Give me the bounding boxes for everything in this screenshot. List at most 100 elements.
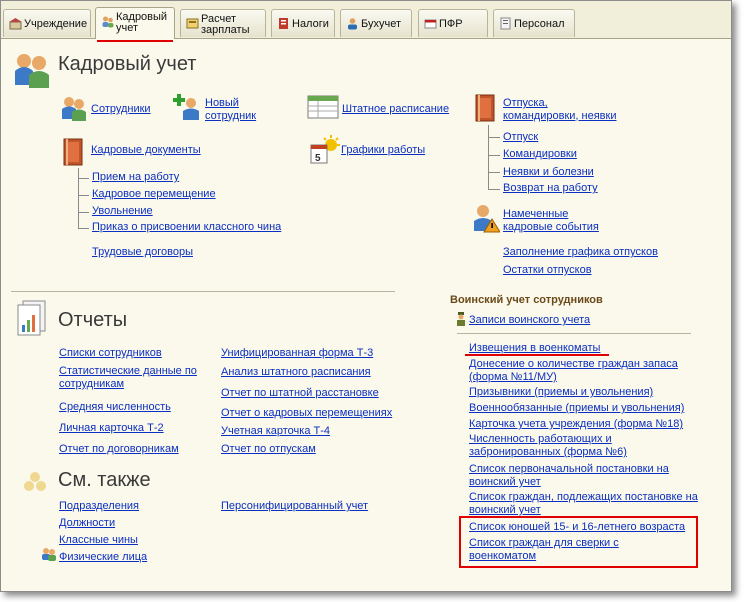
liable-for-service-link[interactable]: Военнообязанные (приемы и увольнения): [469, 402, 684, 415]
dismissal-item[interactable]: Увольнение: [92, 205, 153, 218]
planned-events-line2: кадровые события: [503, 220, 599, 233]
leaves-line1: Отпуска,: [503, 97, 548, 109]
staffing-analysis-link[interactable]: Анализ штатного расписания: [221, 366, 371, 379]
planned-events-line1: Намеченные: [503, 208, 569, 220]
reports-separator: [11, 291, 395, 292]
tab-label: Кадровый учет: [116, 12, 186, 34]
new-employee-link[interactable]: Новый сотрудник: [205, 97, 275, 122]
tree-branch: [78, 228, 89, 229]
leaves-link[interactable]: Отпуска, командировки, неявки: [503, 97, 643, 122]
leave-item[interactable]: Отпуск: [503, 131, 538, 144]
departments-link[interactable]: Подразделения: [59, 500, 139, 513]
tab-bar: Учреждение Кадровый учет Расчет зарплаты Н…: [1, 1, 731, 42]
active-tab-underline: [97, 40, 173, 42]
statistics-link-line2[interactable]: сотрудникам: [59, 378, 124, 391]
military-separator: [457, 333, 691, 334]
personnel-icon: [102, 16, 114, 28]
reserve-report-line2[interactable]: (форма №11/МУ): [469, 371, 557, 384]
personal-card-t2-link[interactable]: Личная карточка Т-2: [59, 422, 164, 435]
staff-placement-report-link[interactable]: Отчет по штатной расстановке: [221, 387, 379, 400]
payroll-icon: [186, 18, 199, 29]
accounting-icon: [348, 18, 357, 30]
notifications-to-commissariat-link[interactable]: Извещения в военкоматы: [469, 342, 600, 355]
new-employee-line2: сотрудник: [205, 109, 257, 122]
leave-balance-link[interactable]: Остатки отпусков: [503, 264, 592, 277]
page-title: Кадровый учет: [58, 53, 197, 75]
positions-link[interactable]: Должности: [59, 517, 115, 530]
labor-contracts-link[interactable]: Трудовые договоры: [92, 246, 193, 259]
tab-label: Учреждение: [24, 18, 88, 30]
class-rank-order-item[interactable]: Приказ о присвоении классного чина: [92, 221, 281, 234]
tree-branch: [78, 212, 89, 213]
reconciliation-list-line1[interactable]: Список граждан для сверки с: [469, 537, 619, 550]
reserved-count-line2[interactable]: забронированных (форма №6): [469, 446, 627, 459]
tree-line: [78, 168, 79, 228]
vacations-report-link[interactable]: Отчет по отпускам: [221, 443, 316, 456]
initial-registration-line1[interactable]: Список первоначальной постановки на: [469, 463, 669, 476]
average-headcount-link[interactable]: Средняя численность: [59, 401, 171, 414]
tab-label: Налоги: [292, 18, 329, 30]
initial-registration-line2[interactable]: воинский учет: [469, 476, 541, 489]
tab-label: Персонал: [514, 18, 565, 30]
return-to-work-item[interactable]: Возврат на работу: [503, 182, 598, 195]
leaves-icon: [475, 94, 495, 122]
tree-branch: [488, 155, 500, 156]
transfers-report-link[interactable]: Отчет о кадровых перемещениях: [221, 407, 392, 420]
taxes-icon: [279, 18, 288, 29]
work-schedules-link[interactable]: Графики работы: [341, 144, 425, 157]
tab-label-line2: зарплаты: [201, 24, 250, 36]
personified-accounting-link[interactable]: Персонифицированный учет: [221, 500, 368, 513]
registration-card-form18-link[interactable]: Карточка учета учреждения (форма №18): [469, 418, 683, 431]
tree-branch: [488, 137, 500, 138]
new-employee-line1: Новый: [205, 97, 239, 109]
notifications-red-underline: [465, 354, 609, 356]
see-also-icon: [24, 472, 46, 491]
tab-institution[interactable]: Учреждение: [3, 9, 91, 37]
staff-icon: [500, 17, 511, 30]
business-trip-item[interactable]: Командировки: [503, 148, 577, 161]
youth-list-link[interactable]: Список юношей 15- и 16-летнего возраста: [469, 521, 685, 534]
statistics-link-line1[interactable]: Статистические данные по: [59, 365, 197, 378]
military-records-link[interactable]: Записи воинского учета: [469, 314, 590, 327]
unified-form-t3-link[interactable]: Унифицированная форма Т-3: [221, 347, 373, 360]
tab-label: ПФР: [439, 18, 463, 30]
tab-pension-fund[interactable]: ПФР: [418, 9, 488, 37]
tab-staff[interactable]: Персонал: [493, 9, 575, 37]
employees-icon: [62, 97, 86, 121]
contractors-report-link[interactable]: Отчет по договорникам: [59, 443, 179, 456]
planned-events-icon: [474, 205, 500, 233]
pension-fund-icon: [424, 19, 437, 29]
hiring-item[interactable]: Прием на работу: [92, 171, 179, 184]
conscripts-link[interactable]: Призывники (приемы и увольнения): [469, 386, 653, 399]
reserve-report-line1[interactable]: Донесение о количестве граждан запаса: [469, 358, 678, 371]
staffing-icon: [307, 95, 339, 119]
tab-label: Бухучет: [361, 18, 401, 30]
tree-branch: [488, 172, 500, 173]
subject-to-registration-line1[interactable]: Список граждан, подлежащих постановке на: [469, 491, 698, 504]
soldier-icon: [457, 312, 465, 326]
employees-link[interactable]: Сотрудники: [91, 103, 151, 116]
hr-documents-icon: [63, 138, 83, 166]
tab-personnel[interactable]: Кадровый учет: [95, 7, 175, 39]
tab-taxes[interactable]: Налоги: [271, 9, 335, 37]
military-section-title: Воинский учет сотрудников: [450, 294, 603, 306]
class-ranks-link[interactable]: Классные чины: [59, 534, 138, 547]
registration-card-t4-link[interactable]: Учетная карточка Т-4: [221, 425, 330, 438]
staffing-link[interactable]: Штатное расписание: [342, 103, 449, 116]
transfer-item[interactable]: Кадровое перемещение: [92, 188, 216, 201]
reserved-count-line1[interactable]: Численность работающих и: [469, 433, 612, 446]
hr-documents-link[interactable]: Кадровые документы: [91, 144, 201, 157]
tree-branch: [78, 195, 89, 196]
individuals-link[interactable]: Физические лица: [59, 551, 147, 564]
tab-payroll[interactable]: Расчет зарплаты: [180, 9, 266, 37]
institution-icon: [9, 18, 22, 30]
tab-accounting[interactable]: Бухучет: [340, 9, 412, 37]
fill-vacation-schedule-link[interactable]: Заполнение графика отпусков: [503, 246, 658, 259]
employee-lists-link[interactable]: Списки сотрудников: [59, 347, 162, 360]
tree-branch: [78, 178, 89, 179]
absence-item[interactable]: Неявки и болезни: [503, 166, 594, 179]
reconciliation-list-line2[interactable]: военкоматом: [469, 550, 536, 563]
new-employee-icon: [173, 94, 199, 120]
planned-events-link[interactable]: Намеченные кадровые события: [503, 208, 643, 233]
subject-to-registration-line2[interactable]: воинский учет: [469, 504, 541, 517]
